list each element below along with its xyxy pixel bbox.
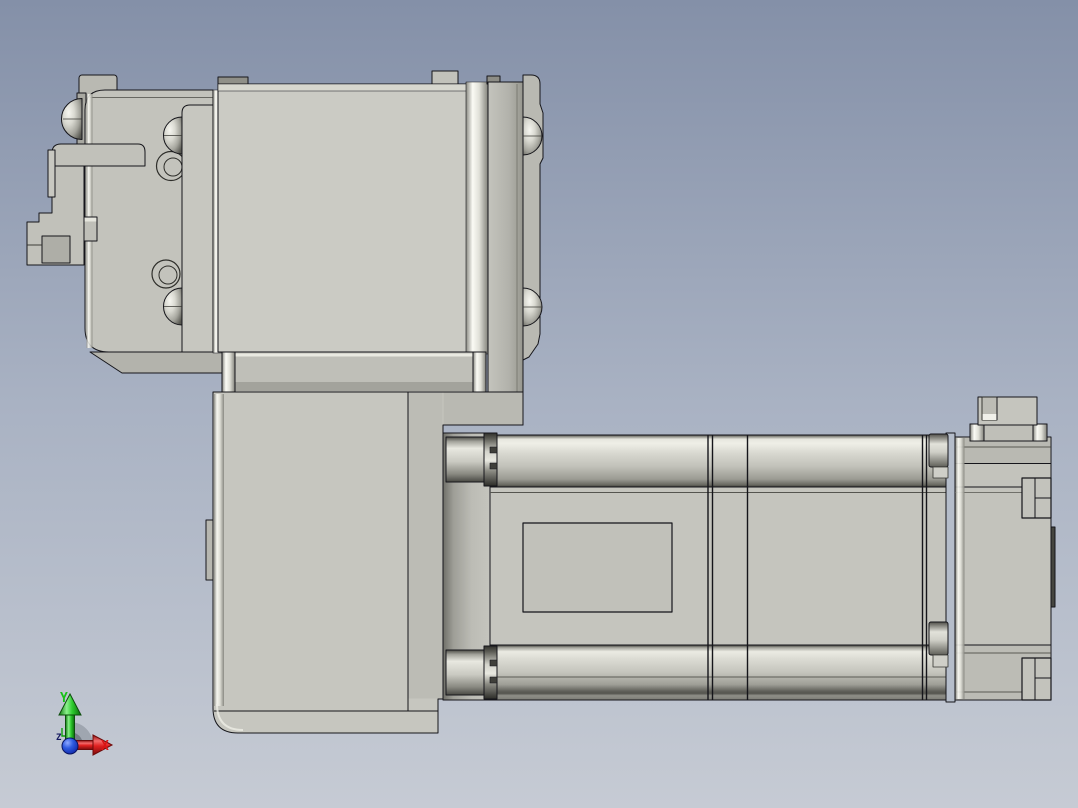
plate-right-highlight <box>465 81 489 355</box>
z-axis-label: Z <box>56 733 62 743</box>
motor-top-band <box>956 438 1050 463</box>
plate-top-band <box>217 83 488 92</box>
raised-mid-plate[interactable] <box>181 104 214 353</box>
boss-nub <box>489 462 498 470</box>
slider-recess[interactable] <box>522 522 673 613</box>
connector-flange-cap-right <box>1032 423 1048 442</box>
bottom-guide-rod[interactable] <box>489 644 947 701</box>
housing-left-highlight <box>214 394 224 706</box>
cad-viewport[interactable]: Z Y X <box>0 0 1078 808</box>
connector-notch-highlight <box>982 414 997 420</box>
flange-top-highlight <box>223 353 485 357</box>
boss-nub <box>489 676 498 684</box>
guide-rod-boss-top[interactable] <box>445 436 485 483</box>
top-guide-rod[interactable] <box>489 434 947 488</box>
boss-nub <box>489 446 498 454</box>
flange-cap-right <box>472 351 487 393</box>
motor-left-highlight <box>955 438 965 699</box>
linear-actuator-group[interactable] <box>442 396 1056 703</box>
boss-end-cap-bottom <box>483 645 498 700</box>
flange-cap-left <box>221 351 236 393</box>
right-side-column[interactable] <box>487 81 524 426</box>
gearhead-face-plate[interactable] <box>217 83 488 353</box>
flange-bottom-shade <box>223 382 485 391</box>
sensor-clamp-top-foot <box>932 466 949 479</box>
clip-arm[interactable] <box>51 143 146 167</box>
y-axis-label: Y <box>60 691 68 706</box>
x-axis-label: X <box>101 739 109 754</box>
guide-rod-boss-bottom[interactable] <box>445 649 485 696</box>
housing-right-shade <box>408 392 443 699</box>
motor-right-sliver <box>1050 526 1056 608</box>
motor-mount-tab-bottom <box>1021 657 1052 701</box>
sensor-clamp-top[interactable] <box>928 433 949 468</box>
viewport-canvas[interactable]: Z Y X <box>0 0 1078 808</box>
connector-flange-cap-left <box>969 423 985 442</box>
sensor-clamp-bottom-foot <box>932 654 949 668</box>
clip-nub-highlight <box>84 217 97 222</box>
boss-nub <box>489 659 498 667</box>
boss-end-cap-top <box>483 432 498 487</box>
housing-wide-shade <box>443 392 523 425</box>
motor-housing[interactable] <box>954 436 1056 701</box>
clip-inner-hole <box>41 235 71 264</box>
origin-sphere[interactable] <box>61 737 79 755</box>
motor-connector[interactable] <box>969 396 1048 442</box>
plate-top-tab <box>431 70 459 86</box>
clip-spring-bar <box>47 149 56 198</box>
sensor-clamp-bottom[interactable] <box>928 621 949 656</box>
